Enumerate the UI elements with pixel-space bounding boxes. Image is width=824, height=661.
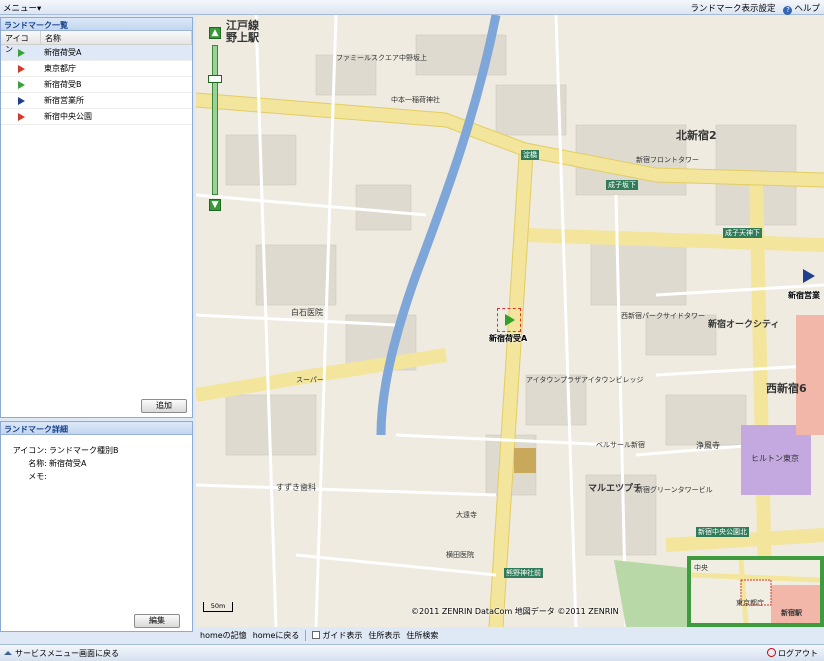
logout-button[interactable]: ログアウト — [767, 648, 818, 659]
zoom-slider-handle[interactable] — [208, 75, 222, 83]
landmark-list-panel: ランドマーク一覧 アイコン 名称 新宿荷受A 東京都庁 新宿荷受B 新宿営業所 … — [0, 17, 193, 418]
zoom-control[interactable]: ▲ ▼ — [208, 27, 222, 212]
landmark-row[interactable]: 新宿中央公園 — [1, 109, 192, 125]
map-label: 中本一稲荷神社 — [391, 96, 440, 104]
back-arrow-icon — [4, 651, 12, 655]
overview-label: 新宿駅 — [781, 609, 802, 617]
detail-name-value: 新宿荷受A — [49, 459, 87, 468]
column-header-icon[interactable]: アイコン — [1, 31, 41, 54]
map-label: 白石医院 — [291, 308, 323, 317]
landmark-row-name: 東京都庁 — [44, 64, 76, 73]
landmark-list-title: ランドマーク一覧 — [1, 18, 192, 31]
map-label: 熊野神社前 — [504, 568, 543, 578]
map-label: スーパー — [296, 376, 324, 384]
map-toolbar: homeの記憶 homeに戻る ガイド表示 住所表示 住所検索 — [196, 627, 824, 643]
map-label: 成子坂下 — [606, 180, 638, 190]
overview-label: 中央 — [694, 564, 708, 572]
help-link[interactable]: ? ヘルプ — [783, 2, 820, 15]
guide-display-toggle[interactable]: ガイド表示 — [312, 630, 362, 641]
address-display-button[interactable]: 住所表示 — [368, 630, 400, 641]
logout-label: ログアウト — [778, 649, 818, 658]
top-menubar: メニュー▾ ランドマーク表示設定 ? ヘルプ — [0, 0, 824, 15]
overview-map[interactable]: 中央 東京都庁 新宿駅 — [687, 556, 824, 627]
landmark-marker-shinjuku-a[interactable] — [497, 308, 521, 332]
edit-landmark-button[interactable]: 編集 — [134, 614, 180, 628]
map-district-nishishinjuku: 西新宿6 — [766, 382, 807, 395]
map-scale: 50m — [203, 602, 233, 612]
landmark-marker-label: 新宿荷受A — [489, 334, 528, 343]
landmark-row[interactable]: 東京都庁 — [1, 61, 192, 77]
detail-icon-value: ランドマーク種別B — [49, 446, 119, 455]
map-district-kitashinjuku: 北新宿2 — [676, 129, 717, 142]
map-copyright: ©2011 ZENRIN DataCom 地図データ ©2011 ZENRIN — [411, 607, 619, 616]
menubar-right: ランドマーク表示設定 ? ヘルプ — [690, 2, 820, 15]
back-to-service-menu-link[interactable]: サービスメニュー画面に戻る — [4, 648, 119, 659]
back-link-label: サービスメニュー画面に戻る — [15, 649, 119, 658]
flag-icon — [803, 269, 815, 283]
flag-icon — [17, 80, 25, 89]
map-label: ヒルトン東京 — [751, 454, 799, 463]
home-memory-button[interactable]: homeの記憶 — [200, 630, 247, 641]
landmark-row-name: 新宿中央公園 — [44, 112, 92, 121]
map-label: 新宿中央公園北 — [696, 527, 749, 537]
zoom-slider[interactable] — [212, 45, 218, 195]
landmark-row-name: 新宿荷受A — [44, 48, 82, 57]
map-label: ファミールスクエア中野坂上 — [336, 54, 427, 62]
flag-icon — [505, 314, 515, 326]
map-label: 横田医院 — [446, 551, 474, 559]
landmark-row[interactable]: 新宿営業所 — [1, 93, 192, 109]
landmark-row-name: 新宿荷受B — [44, 80, 82, 89]
map-station-label: 野上駅 — [226, 31, 259, 44]
detail-memo-label: メモ: — [28, 472, 47, 481]
landmark-marker-label: 新宿営業 — [788, 291, 820, 300]
map-label: 浄風寺 — [696, 441, 720, 450]
map-label: 大遠寺 — [456, 511, 477, 519]
landmark-marker-office[interactable] — [803, 269, 815, 283]
column-header-name[interactable]: 名称 — [41, 31, 192, 44]
map-label: 淀橋 — [521, 150, 539, 160]
address-search-button[interactable]: 住所検索 — [406, 630, 438, 641]
landmark-detail-title: ランドマーク詳細 — [1, 422, 192, 435]
map-label: 西新宿パークサイドタワー — [621, 312, 705, 320]
flag-icon — [17, 64, 25, 73]
landmark-grid-header: アイコン 名称 — [1, 31, 192, 54]
landmark-detail-panel: ランドマーク詳細 アイコン: ランドマーク種別B 名称: 新宿荷受A メモ: 編集 — [0, 421, 193, 632]
map-label: 新宿オークシティ — [708, 320, 780, 330]
landmark-row[interactable]: 新宿荷受B — [1, 77, 192, 93]
map-view[interactable]: 江戸線 野上駅 北新宿2 西新宿6 中本一稲荷神社 淀橋 成子坂下 成子天神下 … — [196, 15, 824, 627]
landmark-row[interactable]: 新宿荷受A — [1, 45, 192, 61]
zoom-in-button[interactable]: ▲ — [209, 27, 221, 39]
guide-display-label: ガイド表示 — [322, 630, 363, 640]
map-label: 新宿グリーンタワービル — [636, 486, 713, 494]
detail-name-label: 名称: — [28, 459, 47, 468]
landmark-display-settings-link[interactable]: ランドマーク表示設定 — [690, 2, 775, 15]
add-landmark-button[interactable]: 追加 — [141, 399, 187, 413]
flag-icon — [17, 48, 25, 57]
map-label: マルエツプチ — [588, 484, 643, 494]
detail-icon-label: アイコン: — [12, 446, 47, 455]
map-label: アイタウンプラザアイタウンビレッジ — [526, 376, 644, 384]
toolbar-divider — [305, 629, 307, 641]
guide-display-checkbox[interactable] — [312, 630, 321, 639]
landmark-rows: 新宿荷受A 東京都庁 新宿荷受B 新宿営業所 新宿中央公園 — [1, 45, 192, 125]
help-icon: ? — [783, 6, 793, 15]
logout-icon — [767, 648, 776, 657]
landmark-row-name: 新宿営業所 — [44, 96, 84, 105]
map-label: ベルサール新宿 — [596, 441, 645, 449]
flag-icon — [17, 96, 25, 105]
zoom-out-button[interactable]: ▼ — [209, 199, 221, 211]
home-return-button[interactable]: homeに戻る — [253, 630, 300, 641]
map-label: 成子天神下 — [723, 228, 762, 238]
map-label: すずき歯科 — [276, 483, 316, 492]
status-bar: サービスメニュー画面に戻る ログアウト — [0, 644, 824, 661]
help-label: ヘルプ — [794, 4, 820, 14]
menu-dropdown-button[interactable]: メニュー▾ — [3, 2, 41, 14]
map-label: 新宿フロントタワー — [636, 156, 699, 164]
flag-icon — [17, 112, 25, 121]
overview-label: 東京都庁 — [736, 599, 764, 607]
